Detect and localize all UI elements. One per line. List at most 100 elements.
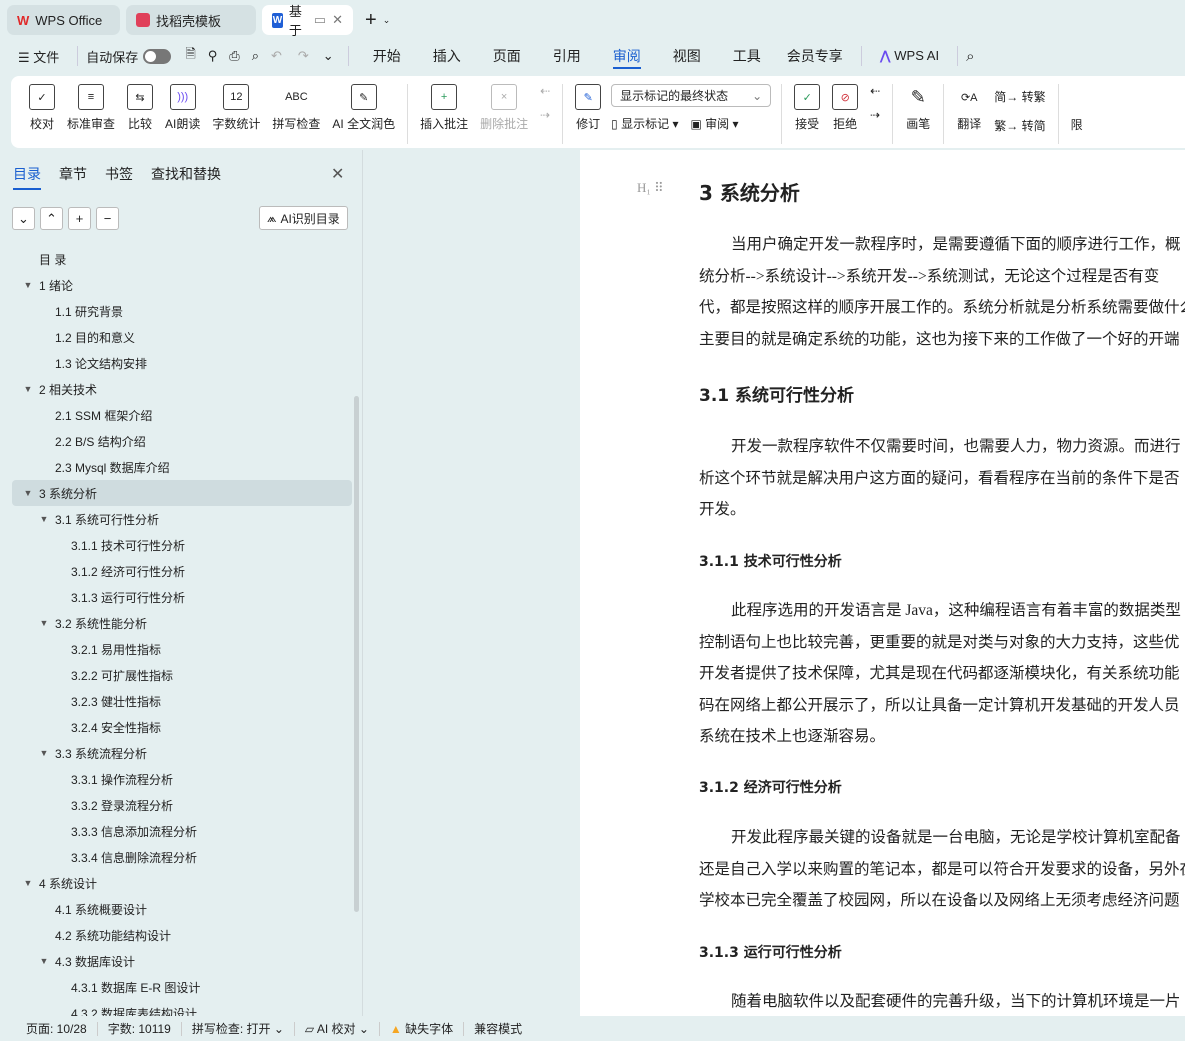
toc-item[interactable]: ▼ 3.2 系统性能分析 xyxy=(12,610,352,636)
toc-item[interactable]: ▼ 4 系统设计 xyxy=(12,870,352,896)
ai-read-button[interactable]: ))) AI朗读 xyxy=(165,84,200,132)
toc-item[interactable]: ▼ 3.3 系统流程分析 xyxy=(12,740,352,766)
more-chevron-icon[interactable]: ⌄ xyxy=(323,48,334,64)
remove-heading-button[interactable]: − xyxy=(96,207,119,230)
wps-ai-button[interactable]: ⋀ WPS AI xyxy=(870,48,949,64)
pen-button[interactable]: ✎ 画笔 xyxy=(905,84,931,132)
expand-arrow-icon[interactable]: ▼ xyxy=(38,748,50,758)
chevron-down-icon[interactable]: ⌄ xyxy=(383,15,391,26)
close-icon[interactable]: ✕ xyxy=(332,12,343,28)
tab-page[interactable]: 页面 xyxy=(477,46,537,66)
heading-drag-handle-icon[interactable]: H₁ ⠿ xyxy=(637,180,664,196)
undo-icon[interactable]: ↶ xyxy=(271,48,282,64)
toc-item[interactable]: 3.1.3 运行可行性分析 xyxy=(12,584,352,610)
save-icon[interactable]: 🗎 xyxy=(185,45,195,67)
nav-tab-find-replace[interactable]: 查找和替换 xyxy=(151,164,221,190)
toc-item[interactable]: 3.1.1 技术可行性分析 xyxy=(12,532,352,558)
reject-button[interactable]: ⊘ 拒绝 xyxy=(832,84,859,132)
show-markup-button[interactable]: ▯ 显示标记 ▾ xyxy=(611,115,678,132)
toc-item[interactable]: 3.2.2 可扩展性指标 xyxy=(12,662,352,688)
delete-comment-button[interactable]: × 删除批注 xyxy=(480,84,528,132)
tab-docer[interactable]: 找稻壳模板 xyxy=(126,5,256,35)
toc-item[interactable]: 3.2.4 安全性指标 xyxy=(12,714,352,740)
toc-item[interactable]: 2.2 B/S 结构介绍 xyxy=(12,428,352,454)
tab-member[interactable]: 会员专享 xyxy=(777,46,853,66)
toc-item[interactable]: 3.3.3 信息添加流程分析 xyxy=(12,818,352,844)
next-change-icon[interactable]: ⇢ xyxy=(870,108,880,122)
toc-item[interactable]: 3.3.1 操作流程分析 xyxy=(12,766,352,792)
toc-item[interactable]: 3.2.1 易用性指标 xyxy=(12,636,352,662)
compare-button[interactable]: ⇆ 比较 xyxy=(127,84,154,132)
expand-arrow-icon[interactable]: ▼ xyxy=(38,618,50,628)
translate-button[interactable]: ⟳A 翻译 xyxy=(956,84,982,132)
ai-proof-status[interactable]: ▱ AI 校对 ⌄ xyxy=(295,1020,379,1037)
tab-view[interactable]: 视图 xyxy=(657,46,717,66)
markup-state-select[interactable]: 显示标记的最终状态 ⌄ xyxy=(611,84,772,107)
close-icon[interactable]: ✕ xyxy=(331,164,344,184)
tab-references[interactable]: 引用 xyxy=(537,46,597,66)
restrict-button[interactable]: 限 xyxy=(1071,116,1083,133)
toc-item[interactable]: 4.3.1 数据库 E-R 图设计 xyxy=(12,974,352,1000)
expand-arrow-icon[interactable]: ▼ xyxy=(22,280,34,290)
toc-item[interactable]: ▼ 2 相关技术 xyxy=(12,376,352,402)
insert-comment-button[interactable]: + 插入批注 xyxy=(420,84,468,132)
toc-item[interactable]: 3.2.3 健壮性指标 xyxy=(12,688,352,714)
tab-wps-office[interactable]: W WPS Office xyxy=(7,5,120,35)
toc-item[interactable]: ▼ 3 系统分析 xyxy=(12,480,352,506)
toc-item[interactable]: ▼ 4.3 数据库设计 xyxy=(12,948,352,974)
spell-check-button[interactable]: ABC 拼写检查 xyxy=(272,84,320,132)
toc-item[interactable]: 3.3.4 信息删除流程分析 xyxy=(12,844,352,870)
tab-review[interactable]: 审阅 xyxy=(597,46,657,69)
scrollbar[interactable] xyxy=(354,396,359,912)
document-page[interactable]: H₁ ⠿ 3 系统分析 当用户确定开发一款程序时，是需要遵循下面的顺序进行工作，… xyxy=(580,150,1185,1016)
toc-item[interactable]: 1.3 论文结构安排 xyxy=(12,350,352,376)
redo-icon[interactable]: ↷ xyxy=(298,48,309,64)
next-comment-icon[interactable]: ⇢ xyxy=(540,108,550,122)
print-icon[interactable]: ⎙ xyxy=(229,48,239,64)
ai-toc-button[interactable]: ⩕ AI识别目录 xyxy=(259,206,348,230)
ai-polish-button[interactable]: ✎ AI 全文润色 xyxy=(332,84,395,132)
toc-item[interactable]: 2.1 SSM 框架介绍 xyxy=(12,402,352,428)
page-indicator[interactable]: 页面: 10/28 xyxy=(16,1020,97,1037)
toc-item[interactable]: ▼ 1 绪论 xyxy=(12,272,352,298)
tab-document[interactable]: W 基于 ▭ ✕ xyxy=(262,4,353,38)
word-count-button[interactable]: 12 字数统计 xyxy=(212,84,260,132)
toc-item[interactable]: ▼ 3.1 系统可行性分析 xyxy=(12,506,352,532)
toc-item[interactable]: 1.1 研究背景 xyxy=(12,298,352,324)
to-simplified-button[interactable]: 繁→ 转简 xyxy=(994,117,1045,134)
expand-arrow-icon[interactable]: ▼ xyxy=(22,488,34,498)
nav-tab-sections[interactable]: 章节 xyxy=(59,164,87,190)
tab-start[interactable]: 开始 xyxy=(357,46,417,66)
nav-tab-toc[interactable]: 目录 xyxy=(13,164,41,190)
toc-item[interactable]: 3.3.2 登录流程分析 xyxy=(12,792,352,818)
toc-item[interactable]: 1.2 目的和意义 xyxy=(12,324,352,350)
format-painter-icon[interactable]: ⚲ xyxy=(208,48,218,64)
add-heading-button[interactable]: + xyxy=(68,207,91,230)
collapse-up-button[interactable]: ⌃ xyxy=(40,207,63,230)
prev-comment-icon[interactable]: ⇠ xyxy=(540,84,550,98)
expand-down-button[interactable]: ⌄ xyxy=(12,207,35,230)
toc-item[interactable]: 4.3.2 数据库表结构设计 xyxy=(12,1000,352,1017)
standard-review-button[interactable]: ≡ 标准审查 xyxy=(67,84,115,132)
toc-item[interactable]: 4.1 系统概要设计 xyxy=(12,896,352,922)
expand-arrow-icon[interactable]: ▼ xyxy=(22,384,34,394)
autosave-toggle[interactable] xyxy=(143,48,172,64)
prev-change-icon[interactable]: ⇠ xyxy=(870,84,880,98)
to-traditional-button[interactable]: 简→ 转繁 xyxy=(994,88,1045,105)
tab-insert[interactable]: 插入 xyxy=(417,46,477,66)
tab-tools[interactable]: 工具 xyxy=(717,46,777,66)
nav-tab-bookmarks[interactable]: 书签 xyxy=(105,164,133,190)
file-menu[interactable]: ☰ 文件 xyxy=(0,47,69,66)
print-preview-icon[interactable]: ⌕ xyxy=(252,48,259,64)
expand-arrow-icon[interactable]: ▼ xyxy=(38,956,50,966)
accept-button[interactable]: ✓ 接受 xyxy=(794,84,821,132)
review-pane-button[interactable]: ▣ 审阅 ▾ xyxy=(690,115,738,132)
proof-button[interactable]: ✓ 校对 xyxy=(29,84,55,132)
new-tab-button[interactable]: + ⌄ xyxy=(359,5,396,35)
toc-item[interactable]: 目 录 xyxy=(12,246,352,272)
spell-check-status[interactable]: 拼写检查: 打开 ⌄ xyxy=(182,1020,294,1037)
expand-arrow-icon[interactable]: ▼ xyxy=(38,514,50,524)
toc-item[interactable]: 4.2 系统功能结构设计 xyxy=(12,922,352,948)
toc-item[interactable]: 2.3 Mysql 数据库介绍 xyxy=(12,454,352,480)
revise-button[interactable]: ✎ 修订 xyxy=(575,84,602,132)
